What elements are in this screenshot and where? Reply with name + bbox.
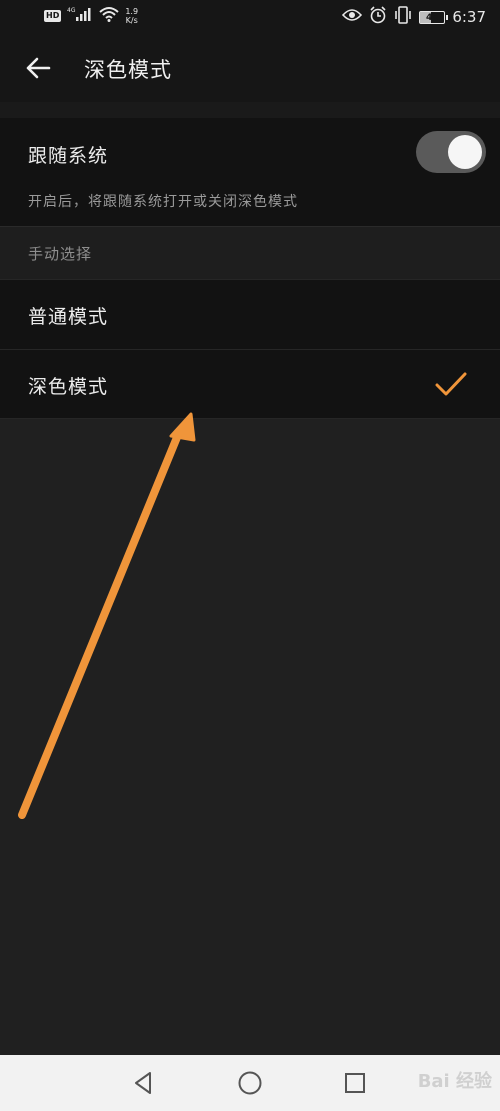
option-label: 深色模式 [28,376,109,398]
back-arrow-icon[interactable] [22,52,54,84]
signal-icon: 4G [67,6,93,26]
option-normal-mode[interactable]: 普通模式 [0,279,500,349]
manual-section-header: 手动选择 [0,226,500,279]
nav-bar: Bai 经验 [0,1055,500,1111]
toggle-knob [448,135,482,169]
follow-system-toggle[interactable] [416,131,486,173]
option-dark-mode[interactable]: 深色模式 [0,349,500,419]
follow-system-label: 跟随系统 [28,145,109,167]
nav-recent-icon[interactable] [339,1067,371,1099]
page-title: 深色模式 [84,58,172,82]
nav-home-icon[interactable] [234,1067,266,1099]
hd-badge: HD [44,10,62,22]
battery-level: 46 [426,12,439,23]
alarm-icon [369,6,387,28]
vibrate-icon [394,6,412,28]
status-bar-right: 46 6:37 [342,6,486,28]
checkmark-icon [434,370,468,400]
nav-back-icon[interactable] [128,1067,160,1099]
network-type-label: 4G [67,7,76,14]
app-bar: 深色模式 [0,34,500,102]
wifi-icon [99,6,120,26]
divider-gap [0,102,500,118]
status-bar: HD 4G 1.9 K/s 46 6:37 [0,0,500,34]
net-speed-unit: K/s [125,16,138,25]
battery-icon: 46 [419,10,449,24]
status-bar-left: HD 4G 1.9 K/s [44,6,138,26]
clock: 6:37 [452,8,486,26]
net-speed-value: 1.9 [125,7,139,16]
net-speed: 1.9 K/s [125,7,138,25]
follow-system-description: 开启后，将跟随系统打开或关闭深色模式 [28,194,298,210]
watermark: Bai 经验 [417,1071,492,1092]
follow-system-row: 跟随系统 开启后，将跟随系统打开或关闭深色模式 [0,118,500,226]
section-label: 手动选择 [28,245,93,263]
eye-icon [342,8,363,26]
option-label: 普通模式 [28,306,109,328]
